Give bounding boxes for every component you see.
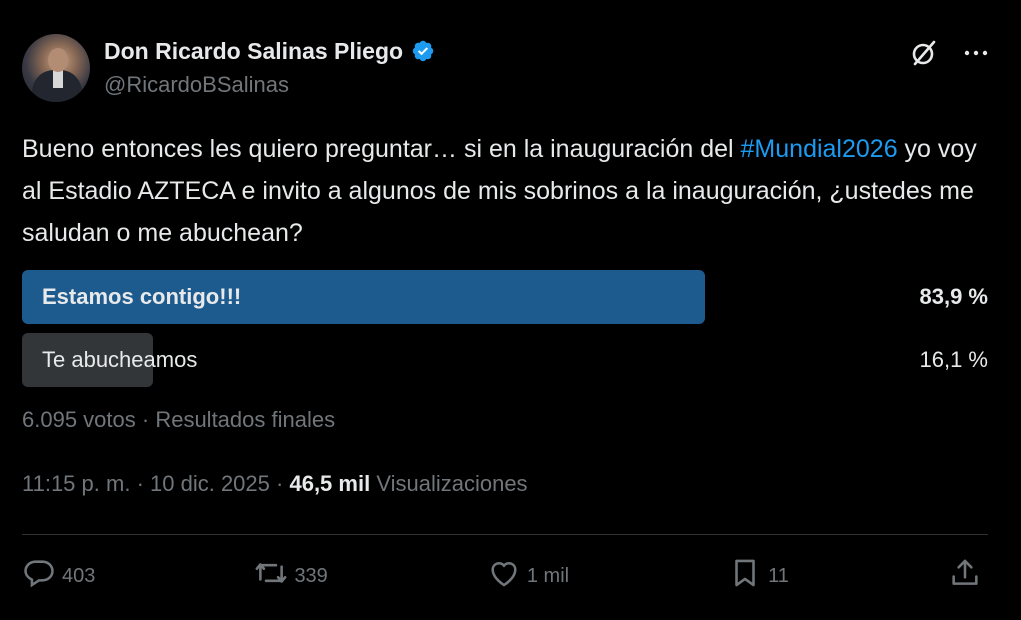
- tweet-top-actions: [909, 38, 991, 68]
- poll-option-percent: 16,1 %: [919, 347, 989, 372]
- separator-dot: ·: [141, 407, 150, 432]
- grok-icon[interactable]: [909, 38, 939, 68]
- tweet-metadata: 11:15 p. m. · 10 dic. 2025 · 46,5 mil Vi…: [22, 471, 528, 497]
- divider: [22, 534, 988, 535]
- repost-button[interactable]: 339: [254, 556, 328, 596]
- like-button[interactable]: 1 mil: [487, 556, 569, 596]
- tweet-time[interactable]: 11:15 p. m.: [22, 471, 130, 496]
- more-icon[interactable]: [961, 38, 991, 68]
- author-avatar[interactable]: [22, 34, 90, 102]
- views-count[interactable]: 46,5 mil: [289, 471, 370, 496]
- bookmark-button[interactable]: 11: [728, 556, 789, 596]
- repost-count: 339: [294, 564, 328, 587]
- reply-icon: [22, 556, 56, 596]
- poll-vote-count: 6.095 votos: [22, 407, 136, 432]
- reply-count: 403: [62, 564, 96, 587]
- like-count: 1 mil: [526, 564, 570, 587]
- author-name[interactable]: Don Ricardo Salinas Pliego: [104, 38, 403, 65]
- repost-icon: [254, 556, 288, 596]
- tweet-date[interactable]: 10 dic. 2025: [150, 471, 270, 496]
- avatar-shirt: [53, 70, 63, 88]
- tweet-text-part: Bueno entonces les quiero preguntar… si …: [22, 135, 741, 163]
- poll-option-percent: 83,9 %: [919, 284, 989, 309]
- hashtag-link[interactable]: #Mundial2026: [741, 135, 898, 163]
- share-button[interactable]: [948, 556, 982, 596]
- poll-option-label: Te abucheamos: [42, 347, 198, 372]
- poll-option: Estamos contigo!!! 83,9 %: [22, 270, 992, 324]
- reply-button[interactable]: 403: [22, 556, 95, 596]
- poll: Estamos contigo!!! 83,9 % Te abucheamos …: [22, 270, 992, 396]
- avatar-head: [48, 48, 68, 72]
- views-label[interactable]: Visualizaciones: [376, 471, 527, 496]
- author-name-row: Don Ricardo Salinas Pliego: [104, 36, 435, 66]
- bookmark-icon: [728, 556, 762, 596]
- share-icon: [948, 556, 982, 596]
- like-icon: [487, 556, 521, 596]
- separator-dot: ·: [276, 471, 284, 496]
- poll-option-label: Estamos contigo!!!: [42, 284, 242, 309]
- author-handle[interactable]: @RicardoBSalinas: [104, 72, 289, 98]
- separator-dot: ·: [136, 471, 144, 496]
- poll-status: Resultados finales: [155, 407, 336, 432]
- bookmark-count: 11: [768, 564, 789, 587]
- verified-badge-icon[interactable]: [411, 39, 435, 63]
- tweet-text: Bueno entonces les quiero preguntar… si …: [22, 128, 982, 254]
- tweet-actions-bar: 403 339 1 mil 11: [22, 556, 982, 596]
- poll-results-meta: 6.095 votos · Resultados finales: [22, 407, 335, 433]
- poll-option: Te abucheamos 16,1 %: [22, 333, 992, 387]
